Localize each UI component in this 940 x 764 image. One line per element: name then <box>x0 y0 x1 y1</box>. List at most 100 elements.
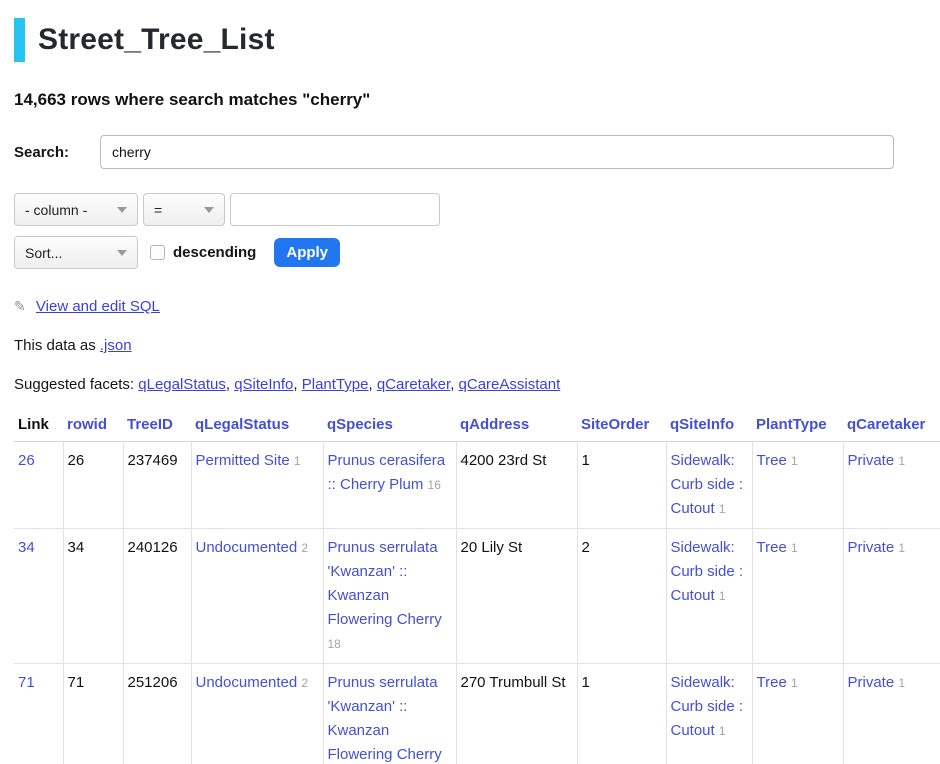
qlegalstatus-link[interactable]: Permitted Site <box>196 452 290 469</box>
facet-count: 1 <box>791 454 798 468</box>
column-header-link: Link <box>14 411 63 442</box>
facet-count: 1 <box>898 676 905 690</box>
filter-value-input[interactable] <box>230 193 440 226</box>
descending-label: descending <box>173 244 256 261</box>
title-accent-bar <box>14 18 25 62</box>
cell-qaddress: 270 Trumbull St <box>456 664 577 764</box>
pencil-icon: ✎ <box>14 298 26 314</box>
siteorder-value: 1 <box>582 674 590 691</box>
cell-link: 34 <box>14 529 63 664</box>
column-header-qlegalstatus[interactable]: qLegalStatus <box>191 411 323 442</box>
qlegalstatus-link[interactable]: Undocumented <box>196 674 298 691</box>
cell-planttype: Tree 1 <box>752 442 843 529</box>
operator-select-value: = <box>154 202 162 218</box>
cell-qlegalstatus: Undocumented 2 <box>191 529 323 664</box>
search-input[interactable] <box>100 135 894 169</box>
data-as-label: This data as <box>14 337 96 354</box>
facet-link-qCareAssistant[interactable]: qCareAssistant <box>459 376 561 393</box>
json-link[interactable]: .json <box>100 337 132 354</box>
qspecies-link[interactable]: Prunus serrulata 'Kwanzan' :: Kwanzan Fl… <box>328 674 442 763</box>
cell-planttype: Tree 1 <box>752 664 843 764</box>
qaddress-value: 270 Trumbull St <box>461 674 566 691</box>
row-count-summary: 14,663 rows where search matches "cherry… <box>14 90 940 110</box>
chevron-down-icon <box>117 250 127 256</box>
table-row: 71 71 251206 Undocumented 2Prunus serrulata… <box>14 664 940 764</box>
results-table: LinkrowidTreeIDqLegalStatusqSpeciesqAddr… <box>14 411 940 764</box>
sort-row: Sort... descending Apply <box>14 236 940 269</box>
facet-link-qSiteInfo[interactable]: qSiteInfo <box>234 376 293 393</box>
page-header: Street_Tree_List <box>14 18 940 62</box>
descending-checkbox[interactable] <box>150 245 165 260</box>
qsiteinfo-link[interactable]: Sidewalk: Curb side : Cutout <box>671 452 744 517</box>
search-label: Search: <box>14 144 100 161</box>
sort-select[interactable]: Sort... <box>14 236 138 269</box>
facet-count: 1 <box>898 541 905 555</box>
table-header-row: LinkrowidTreeIDqLegalStatusqSpeciesqAddr… <box>14 411 940 442</box>
planttype-link[interactable]: Tree <box>757 674 787 691</box>
sort-select-value: Sort... <box>25 245 62 261</box>
planttype-link[interactable]: Tree <box>757 539 787 556</box>
facet-count: 1 <box>791 541 798 555</box>
column-header-qaddress[interactable]: qAddress <box>456 411 577 442</box>
cell-qlegalstatus: Permitted Site 1 <box>191 442 323 529</box>
facets-line: Suggested facets: qLegalStatus, qSiteInf… <box>14 376 940 393</box>
column-header-treeid[interactable]: TreeID <box>123 411 191 442</box>
link-link[interactable]: 71 <box>18 674 35 691</box>
planttype-link[interactable]: Tree <box>757 452 787 469</box>
facet-count: 2 <box>301 541 308 555</box>
cell-link: 26 <box>14 442 63 529</box>
qcaretaker-link[interactable]: Private <box>848 674 895 691</box>
cell-qspecies: Prunus serrulata 'Kwanzan' :: Kwanzan Fl… <box>323 529 456 664</box>
link-link[interactable]: 34 <box>18 539 35 556</box>
facet-count: 1 <box>791 676 798 690</box>
cell-qspecies: Prunus cerasifera :: Cherry Plum 16 <box>323 442 456 529</box>
suggested-facets-label: Suggested facets: <box>14 376 134 393</box>
facet-count: 1 <box>719 589 726 603</box>
column-header-planttype[interactable]: PlantType <box>752 411 843 442</box>
cell-link: 71 <box>14 664 63 764</box>
view-edit-sql-link[interactable]: View and edit SQL <box>36 298 160 315</box>
cell-qsiteinfo: Sidewalk: Curb side : Cutout 1 <box>666 442 752 529</box>
rowid-value: 34 <box>68 539 85 556</box>
cell-rowid: 26 <box>63 442 123 529</box>
cell-rowid: 34 <box>63 529 123 664</box>
cell-rowid: 71 <box>63 664 123 764</box>
cell-planttype: Tree 1 <box>752 529 843 664</box>
facet-count: 16 <box>428 478 441 492</box>
cell-qlegalstatus: Undocumented 2 <box>191 664 323 764</box>
cell-treeid: 240126 <box>123 529 191 664</box>
column-header-qsiteinfo[interactable]: qSiteInfo <box>666 411 752 442</box>
qaddress-value: 20 Lily St <box>461 539 523 556</box>
cell-qcaretaker: Private 1 <box>843 529 940 664</box>
search-row: Search: <box>14 135 894 169</box>
cell-siteorder: 1 <box>577 442 666 529</box>
column-header-qspecies[interactable]: qSpecies <box>323 411 456 442</box>
qsiteinfo-link[interactable]: Sidewalk: Curb side : Cutout <box>671 674 744 739</box>
page: Street_Tree_List 14,663 rows where searc… <box>0 0 940 764</box>
chevron-down-icon <box>204 207 214 213</box>
qlegalstatus-link[interactable]: Undocumented <box>196 539 298 556</box>
qcaretaker-link[interactable]: Private <box>848 452 895 469</box>
qsiteinfo-link[interactable]: Sidewalk: Curb side : Cutout <box>671 539 744 604</box>
column-header-rowid[interactable]: rowid <box>63 411 123 442</box>
facet-link-qLegalStatus[interactable]: qLegalStatus <box>138 376 226 393</box>
table-row: 3434240126Undocumented 2Prunus serrulata… <box>14 529 940 664</box>
column-select[interactable]: - column - <box>14 193 138 226</box>
cell-qaddress: 20 Lily St <box>456 529 577 664</box>
apply-button[interactable]: Apply <box>274 238 340 267</box>
suggested-facets: qLegalStatus, qSiteInfo, PlantType, qCar… <box>138 376 560 393</box>
filter-row: - column - = <box>14 193 940 226</box>
link-link[interactable]: 26 <box>18 452 35 469</box>
column-header-siteorder[interactable]: SiteOrder <box>577 411 666 442</box>
cell-qsiteinfo: Sidewalk: Curb side : Cutout 1 <box>666 664 752 764</box>
cell-qaddress: 4200 23rd St <box>456 442 577 529</box>
facet-link-qCaretaker[interactable]: qCaretaker <box>377 376 450 393</box>
facet-link-PlantType[interactable]: PlantType <box>302 376 369 393</box>
qspecies-link[interactable]: Prunus serrulata 'Kwanzan' :: Kwanzan Fl… <box>328 539 442 628</box>
operator-select[interactable]: = <box>143 193 225 226</box>
facet-count: 18 <box>328 637 341 651</box>
treeid-value: 251206 <box>128 674 178 691</box>
cell-treeid: 251206 <box>123 664 191 764</box>
qcaretaker-link[interactable]: Private <box>848 539 895 556</box>
column-header-qcaretaker[interactable]: qCaretaker <box>843 411 940 442</box>
